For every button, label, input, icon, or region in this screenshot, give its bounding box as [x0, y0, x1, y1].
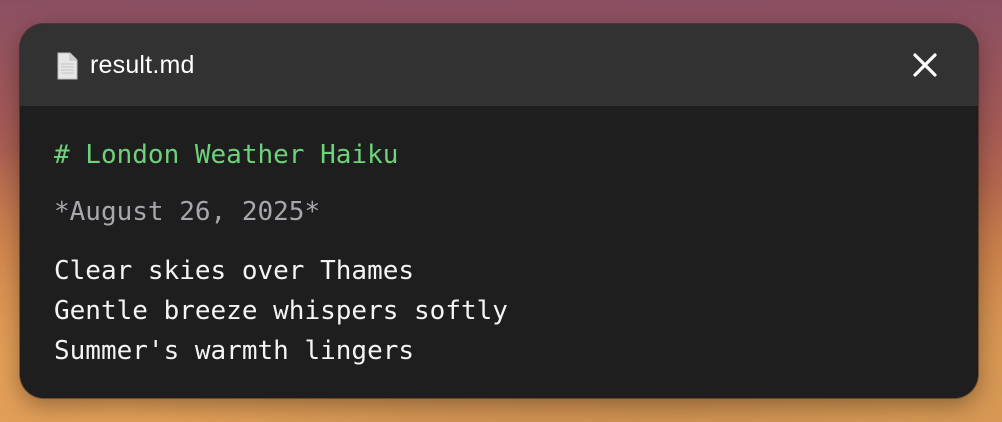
haiku-line-3: Summer's warmth lingers — [54, 336, 415, 366]
markdown-date: *August 26, 2025* — [54, 197, 321, 227]
haiku-line-1: Clear skies over Thames — [54, 256, 415, 286]
haiku-line-2: Gentle breeze whispers softly — [54, 296, 508, 326]
markdown-preview-window: result.md # London Weather Haiku *August… — [20, 24, 978, 398]
haiku-body: Clear skies over Thames Gentle breeze wh… — [54, 251, 508, 371]
close-button[interactable] — [912, 52, 938, 78]
markdown-content: # London Weather Haiku *August 26, 2025*… — [20, 106, 978, 398]
window-title: result.md — [90, 51, 195, 79]
document-icon — [56, 52, 78, 80]
close-icon — [913, 53, 937, 77]
markdown-heading: # London Weather Haiku — [54, 140, 399, 170]
title-bar: result.md — [20, 24, 978, 106]
